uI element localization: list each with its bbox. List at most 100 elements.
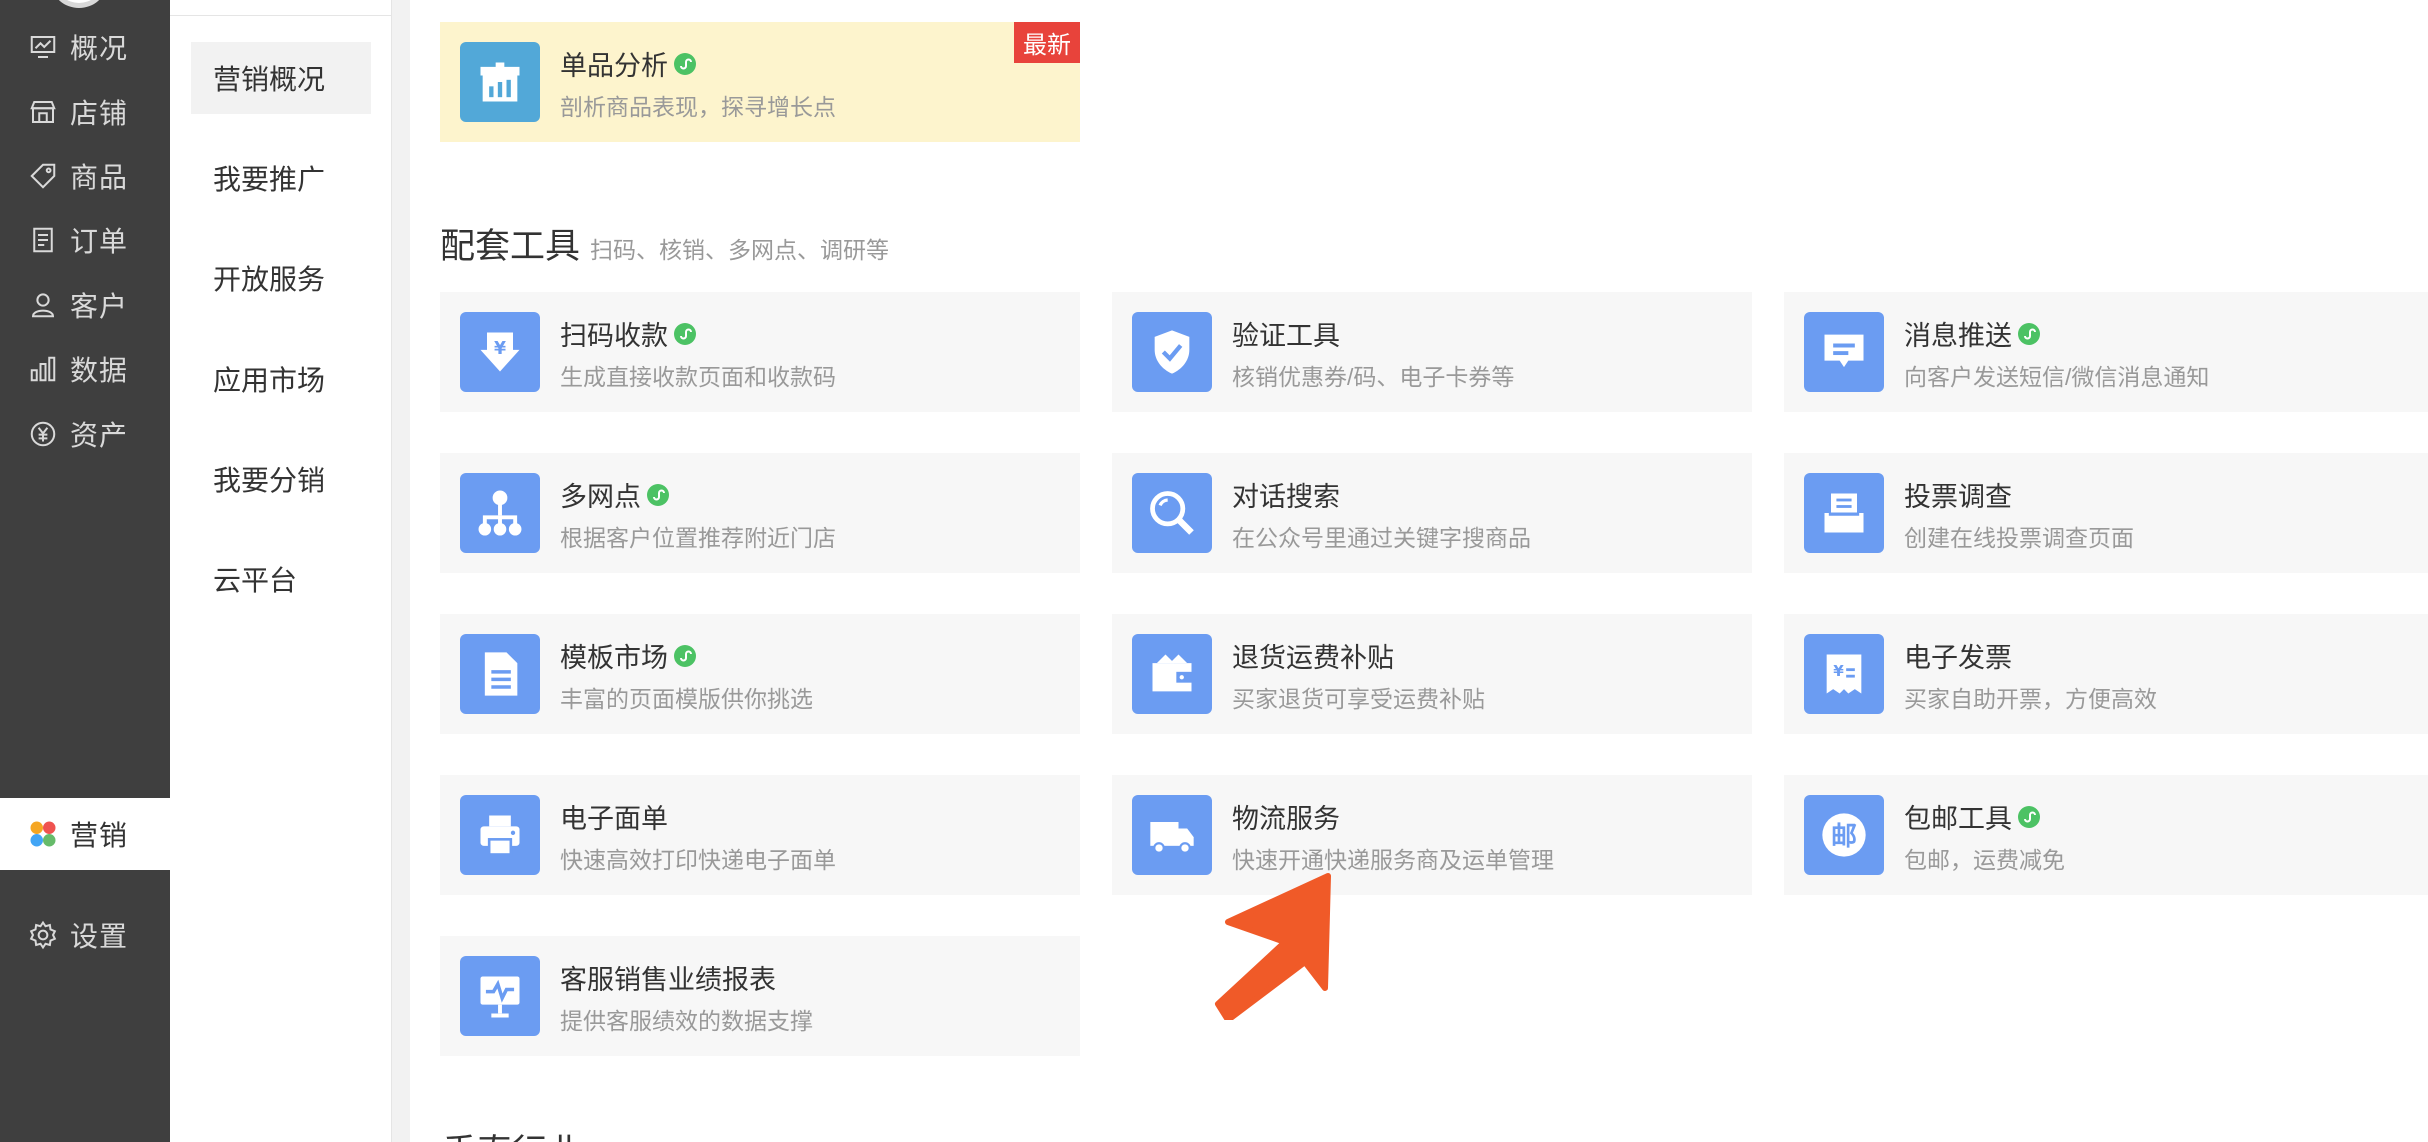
nav-item-orders[interactable]: 订单 (0, 204, 170, 276)
gear-icon (29, 920, 57, 950)
section-title: 配套工具 扫码、核销、多网点、调研等 (440, 218, 889, 269)
nav-item-label: 概况 (70, 33, 129, 64)
subnav-item-promote[interactable]: 我要推广 (191, 142, 371, 214)
nav-item-label: 商品 (70, 162, 129, 193)
nav-item-label: 数据 (70, 355, 129, 386)
card-title-text: 投票调查 (1904, 482, 2012, 512)
monitor-chart-icon (460, 956, 540, 1036)
card-title-text: 消息推送 (1904, 321, 2012, 351)
secondary-nav: 营销概况 我要推广 开放服务 应用市场 我要分销 云平台 (170, 0, 392, 1142)
card-title: 电子发票 (1904, 636, 2012, 675)
tool-card-cs-sales-report[interactable]: 客服销售业绩报表 提供客服绩效的数据支撑 (440, 936, 1080, 1056)
card-title: 投票调查 (1904, 475, 2012, 514)
scan-pay-icon: ¥ (460, 312, 540, 392)
card-desc: 买家退货可享受运费补贴 (1232, 686, 1485, 712)
svg-text:¥: ¥ (1833, 662, 1844, 680)
shop-avatar[interactable] (52, 0, 106, 8)
svg-text:¥: ¥ (494, 339, 506, 359)
tool-card-template-market[interactable]: 模板市场 丰富的页面模版供你挑选 (440, 614, 1080, 734)
nav-item-label: 营销 (70, 820, 129, 851)
card-title: 退货运费补贴 (1232, 636, 1394, 675)
mini-program-icon (674, 322, 696, 345)
nav-item-customers[interactable]: 客户 (0, 269, 170, 341)
nav-item-overview[interactable]: 概况 (0, 11, 170, 83)
nav-item-products[interactable]: 商品 (0, 140, 170, 212)
card-title: 单品分析 (560, 44, 697, 83)
truck-icon (1132, 795, 1212, 875)
subnav-item-cloud-platform[interactable]: 云平台 (191, 543, 371, 615)
invoice-icon: ¥ (1804, 634, 1884, 714)
tool-card-verify[interactable]: 验证工具 核销优惠券/码、电子卡券等 (1112, 292, 1752, 412)
mini-program-icon (674, 644, 696, 667)
network-icon (460, 473, 540, 553)
tag-icon (30, 163, 56, 189)
nav-item-label: 资产 (70, 420, 129, 451)
card-desc: 向客户发送短信/微信消息通知 (1904, 364, 2210, 390)
featured-card-product-analysis[interactable]: 单品分析 剖析商品表现，探寻增长点 最新 (440, 22, 1080, 142)
mini-program-icon (2018, 322, 2040, 345)
main-content: 单品分析 剖析商品表现，探寻增长点 最新 配套工具 扫码、核销、多网点、调研等 … (410, 0, 2428, 1142)
tool-card-scan-pay[interactable]: ¥ 扫码收款 生成直接收款页面和收款码 (440, 292, 1080, 412)
mini-program-icon (2018, 805, 2040, 828)
order-icon (33, 227, 53, 253)
card-desc: 快速高效打印快递电子面单 (560, 847, 836, 873)
card-desc: 丰富的页面模版供你挑选 (560, 686, 813, 712)
card-title: 物流服务 (1232, 797, 1340, 836)
tool-card-e-waybill[interactable]: 电子面单 快速高效打印快递电子面单 (440, 775, 1080, 895)
nav-item-label: 订单 (70, 226, 129, 257)
card-title-text: 退货运费补贴 (1232, 643, 1394, 673)
new-badge: 最新 (1014, 22, 1080, 63)
tool-card-message-push[interactable]: 消息推送 向客户发送短信/微信消息通知 (1784, 292, 2428, 412)
document-icon (460, 634, 540, 714)
nav-item-settings[interactable]: 设置 (0, 899, 170, 971)
tool-card-e-invoice[interactable]: ¥ 电子发票 买家自助开票，方便高效 (1784, 614, 2428, 734)
nav-item-store[interactable]: 店铺 (0, 76, 170, 148)
tool-card-logistics[interactable]: 物流服务 快速开通快递服务商及运单管理 (1112, 775, 1752, 895)
subnav-item-distribution[interactable]: 我要分销 (191, 443, 371, 515)
user-icon (31, 293, 55, 318)
yuan-icon (30, 421, 56, 447)
card-title-text: 客服销售业绩报表 (560, 965, 776, 995)
printer-icon (460, 795, 540, 875)
store-icon (30, 101, 56, 123)
nav-item-label: 设置 (70, 921, 129, 952)
nav-item-data[interactable]: 数据 (0, 333, 170, 405)
nav-item-assets[interactable]: 资产 (0, 398, 170, 470)
card-title: 模板市场 (560, 636, 697, 675)
tool-card-vote-survey[interactable]: 投票调查 创建在线投票调查页面 (1784, 453, 2428, 573)
card-desc: 根据客户位置推荐附近门店 (560, 525, 836, 551)
divider (170, 15, 392, 16)
pointer-arrow-icon (1215, 873, 1331, 1020)
card-title: 扫码收款 (560, 314, 697, 353)
tool-card-chat-search[interactable]: 对话搜索 在公众号里通过关键字搜商品 (1112, 453, 1752, 573)
subnav-item-app-market[interactable]: 应用市场 (191, 343, 371, 415)
subnav-item-open-services[interactable]: 开放服务 (191, 242, 371, 314)
nav-item-marketing[interactable]: 营销 (0, 798, 170, 870)
card-title: 消息推送 (1904, 314, 2041, 353)
card-title: 对话搜索 (1232, 475, 1340, 514)
section-heading-vertical-industry: 垂直行业 (442, 1124, 582, 1142)
subnav-item-marketing-overview[interactable]: 营销概况 (191, 42, 371, 114)
card-desc: 包邮，运费减免 (1904, 847, 2065, 873)
card-desc: 提供客服绩效的数据支撑 (560, 1008, 813, 1034)
mini-program-icon (647, 483, 669, 506)
card-title-text: 单品分析 (560, 51, 668, 81)
magnifier-icon (1132, 473, 1212, 553)
tool-card-multi-store[interactable]: 多网点 根据客户位置推荐附近门店 (440, 453, 1080, 573)
card-desc: 创建在线投票调查页面 (1904, 525, 2134, 551)
card-desc: 在公众号里通过关键字搜商品 (1232, 525, 1531, 551)
tool-card-free-shipping[interactable]: 邮 包邮工具 包邮，运费减免 (1784, 775, 2428, 895)
shield-check-icon (1132, 312, 1212, 392)
section-heading: 配套工具 (440, 227, 581, 266)
card-desc: 剖析商品表现，探寻增长点 (560, 94, 836, 120)
card-title-text: 对话搜索 (1232, 482, 1340, 512)
product-analysis-icon (460, 42, 540, 122)
tool-card-return-shipping-subsidy[interactable]: 退货运费补贴 买家退货可享受运费补贴 (1112, 614, 1752, 734)
mini-program-icon (674, 52, 696, 75)
card-title-text: 包邮工具 (1904, 804, 2012, 834)
card-title: 包邮工具 (1904, 797, 2041, 836)
card-title-text: 电子面单 (560, 804, 668, 834)
card-title: 电子面单 (560, 797, 668, 836)
bar-chart-icon (30, 356, 56, 382)
card-title-text: 扫码收款 (560, 321, 668, 351)
